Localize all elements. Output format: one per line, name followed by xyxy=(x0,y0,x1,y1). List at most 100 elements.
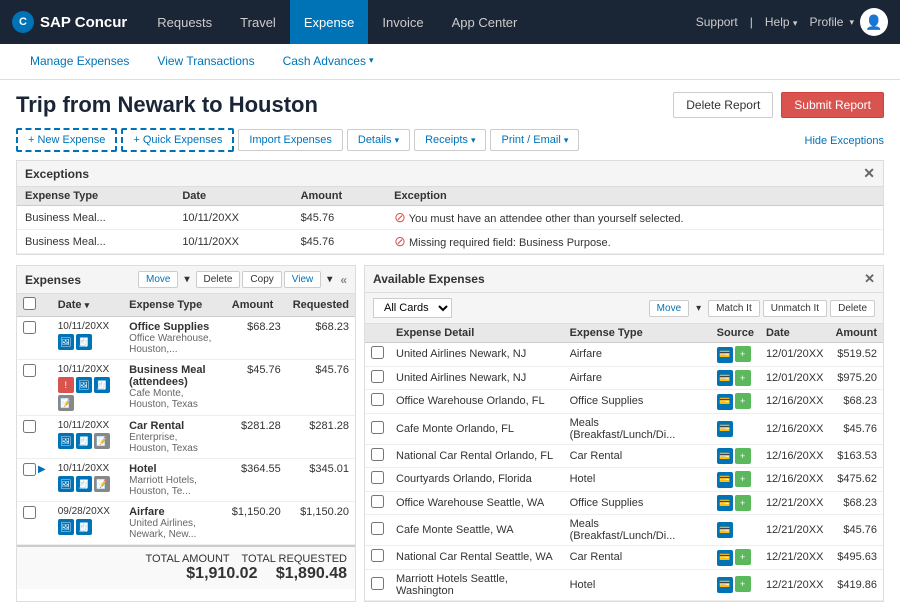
help-dropdown[interactable]: Help ▾ xyxy=(765,15,798,29)
avail-move-arrow[interactable]: ▾ xyxy=(692,301,705,316)
available-row[interactable]: Courtyards Orlando, FloridaHotel💳+12/16/… xyxy=(365,468,883,492)
expand-row-icon[interactable]: ▶ xyxy=(38,464,46,475)
available-row[interactable]: United Airlines Newark, NJAirfare💳+12/01… xyxy=(365,343,883,367)
add-icon[interactable]: + xyxy=(735,393,751,409)
receipt-icon[interactable]: 🧾 xyxy=(94,377,110,393)
expense-row[interactable]: 09/28/20XX 🖼 🧾 Airfare United Airlines, … xyxy=(17,502,355,545)
row-checkbox[interactable] xyxy=(23,364,36,377)
available-row[interactable]: Marriott Hotels Seattle, WashingtonHotel… xyxy=(365,569,883,600)
nav-expense[interactable]: Expense xyxy=(290,0,369,44)
card-icon[interactable]: 💳 xyxy=(717,370,733,386)
available-panel-close[interactable]: ✕ xyxy=(864,271,875,287)
row-checkbox[interactable] xyxy=(23,420,36,433)
note-icon[interactable]: 📝 xyxy=(58,395,74,411)
receipt-icon[interactable]: 🧾 xyxy=(76,334,92,350)
date-sort-icon[interactable]: ▾ xyxy=(85,300,90,310)
view-dropdown-arrow[interactable]: ▾ xyxy=(323,272,336,287)
submit-report-button[interactable]: Submit Report xyxy=(781,92,884,118)
nav-invoice[interactable]: Invoice xyxy=(368,0,437,44)
avail-move-button[interactable]: Move xyxy=(649,300,689,317)
image-icon[interactable]: 🖼 xyxy=(58,476,74,492)
image-icon[interactable]: 🖼 xyxy=(58,433,74,449)
card-icon[interactable]: 💳 xyxy=(717,421,733,437)
profile-dropdown[interactable]: Profile ▾ 👤 xyxy=(809,8,888,36)
expense-row[interactable]: 10/11/20XX ! 🖼 🧾 📝 Business Meal (attend… xyxy=(17,360,355,416)
card-icon[interactable]: 💳 xyxy=(717,394,733,410)
exceptions-close-button[interactable]: ✕ xyxy=(863,165,875,182)
avail-delete-button[interactable]: Delete xyxy=(830,300,875,317)
avail-row-checkbox[interactable] xyxy=(371,421,384,434)
subnav-cash-advances[interactable]: Cash Advances ▾ xyxy=(269,44,388,80)
image-icon[interactable]: 🖼 xyxy=(76,377,92,393)
error-icon[interactable]: ! xyxy=(58,377,74,393)
expense-row[interactable]: ▶ 10/11/20XX 🖼 🧾 📝 Hotel xyxy=(17,459,355,502)
nav-requests[interactable]: Requests xyxy=(143,0,226,44)
move-dropdown-arrow[interactable]: ▾ xyxy=(180,272,193,287)
avail-row-checkbox[interactable] xyxy=(371,549,384,562)
receipt-icon[interactable]: 🧾 xyxy=(76,433,92,449)
image-icon[interactable]: 🖼 xyxy=(58,519,74,535)
add-icon[interactable]: + xyxy=(735,495,751,511)
quick-expenses-button[interactable]: + Quick Expenses xyxy=(121,128,234,152)
support-link[interactable]: Support xyxy=(696,15,738,29)
add-icon[interactable]: + xyxy=(735,471,751,487)
copy-button[interactable]: Copy xyxy=(242,271,281,288)
avail-row-checkbox[interactable] xyxy=(371,370,384,383)
delete-expense-button[interactable]: Delete xyxy=(196,271,241,288)
avail-source: 💳 xyxy=(711,515,760,546)
collapse-panel-icon[interactable]: « xyxy=(340,273,347,287)
card-icon[interactable]: 💳 xyxy=(717,495,733,511)
row-checkbox[interactable] xyxy=(23,463,36,476)
receipts-button[interactable]: Receipts ▾ xyxy=(414,129,486,151)
nav-travel[interactable]: Travel xyxy=(226,0,290,44)
card-icon[interactable]: 💳 xyxy=(717,347,733,363)
avail-row-checkbox[interactable] xyxy=(371,577,384,590)
add-icon[interactable]: + xyxy=(735,370,751,386)
add-icon[interactable]: + xyxy=(735,346,751,362)
move-button[interactable]: Move xyxy=(138,271,178,288)
nav-app-center[interactable]: App Center xyxy=(438,0,532,44)
available-row[interactable]: Cafe Monte Orlando, FLMeals (Breakfast/L… xyxy=(365,413,883,444)
note-icon[interactable]: 📝 xyxy=(94,433,110,449)
avail-match-button[interactable]: Match It xyxy=(708,300,760,317)
avail-unmatch-button[interactable]: Unmatch It xyxy=(763,300,827,317)
import-expenses-button[interactable]: Import Expenses xyxy=(238,129,343,151)
receipt-icon[interactable]: 🧾 xyxy=(76,476,92,492)
row-checkbox[interactable] xyxy=(23,506,36,519)
card-icon[interactable]: 💳 xyxy=(717,577,733,593)
select-all-checkbox[interactable] xyxy=(23,297,36,310)
avail-row-checkbox[interactable] xyxy=(371,471,384,484)
avail-row-checkbox[interactable] xyxy=(371,393,384,406)
subnav-view-transactions[interactable]: View Transactions xyxy=(143,44,268,80)
view-button[interactable]: View xyxy=(284,271,322,288)
avail-row-checkbox[interactable] xyxy=(371,448,384,461)
image-icon[interactable]: 🖼 xyxy=(58,334,74,350)
note-icon[interactable]: 📝 xyxy=(94,476,110,492)
card-filter-select[interactable]: All Cards xyxy=(373,298,452,318)
available-row[interactable]: United Airlines Newark, NJAirfare💳+12/01… xyxy=(365,366,883,390)
avail-row-checkbox[interactable] xyxy=(371,346,384,359)
expense-row[interactable]: 10/11/20XX 🖼 🧾 Office Supplies Office Wa… xyxy=(17,317,355,360)
delete-report-button[interactable]: Delete Report xyxy=(673,92,773,118)
print-email-button[interactable]: Print / Email ▾ xyxy=(490,129,579,151)
hide-exceptions-button[interactable]: Hide Exceptions xyxy=(805,135,885,147)
card-icon[interactable]: 💳 xyxy=(717,550,733,566)
card-icon[interactable]: 💳 xyxy=(717,472,733,488)
available-row[interactable]: Office Warehouse Seattle, WAOffice Suppl… xyxy=(365,491,883,515)
subnav-manage-expenses[interactable]: Manage Expenses xyxy=(16,44,143,80)
expense-row[interactable]: 10/11/20XX 🖼 🧾 📝 Car Rental Enterprise, … xyxy=(17,416,355,459)
add-icon[interactable]: + xyxy=(735,549,751,565)
card-icon[interactable]: 💳 xyxy=(717,522,733,538)
available-row[interactable]: Office Warehouse Orlando, FLOffice Suppl… xyxy=(365,390,883,414)
details-button[interactable]: Details ▾ xyxy=(347,129,410,151)
add-icon[interactable]: + xyxy=(735,448,751,464)
new-expense-button[interactable]: + New Expense xyxy=(16,128,117,152)
add-icon[interactable]: + xyxy=(735,576,751,592)
available-row[interactable]: Cafe Monte Seattle, WAMeals (Breakfast/L… xyxy=(365,515,883,546)
available-row[interactable]: National Car Rental Seattle, WACar Renta… xyxy=(365,546,883,570)
row-checkbox[interactable] xyxy=(23,321,36,334)
card-icon[interactable]: 💳 xyxy=(717,448,733,464)
receipt-icon[interactable]: 🧾 xyxy=(76,519,92,535)
available-row[interactable]: National Car Rental Orlando, FLCar Renta… xyxy=(365,444,883,468)
avail-row-checkbox[interactable] xyxy=(371,522,384,535)
